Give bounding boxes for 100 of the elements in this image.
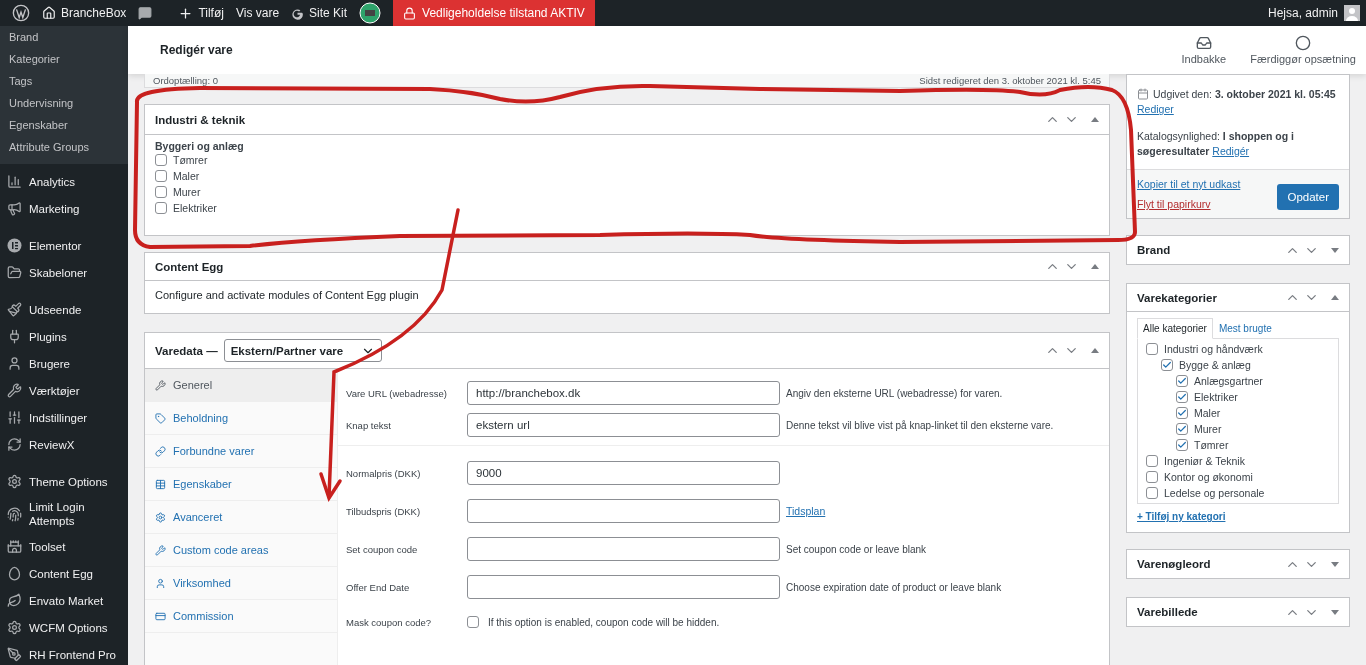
schedule-link[interactable]: Tidsplan [786,505,826,517]
product-data-tab[interactable]: Custom code areas [145,534,337,567]
submenu-item[interactable]: Kategorier [0,48,128,70]
input-field[interactable] [467,575,780,599]
category-tab[interactable]: Alle kategorier [1137,318,1213,339]
panel-title: Varebillede [1137,606,1199,618]
checkbox[interactable] [1176,375,1188,387]
header-action[interactable]: Indbakke [1181,35,1227,65]
collapse-toggle-icon[interactable] [1091,264,1099,269]
update-button[interactable]: Opdater [1277,184,1339,210]
menu-item[interactable]: Limit Login Attempts [0,495,128,533]
menu-item[interactable]: Envato Market [0,587,128,614]
catalog-visibility: Katalogsynlighed: I shoppen og i søgeresultater Redigér [1137,129,1295,159]
menu-item-icon [7,410,22,425]
site-name-link[interactable]: BrancheBox [36,0,133,26]
menu-item[interactable]: WCFM Options [0,614,128,641]
checkbox[interactable] [1146,471,1158,483]
word-count: Ordoptælling: 0 [153,75,218,86]
expand-toggle-icon[interactable] [1331,609,1339,615]
checkbox[interactable] [155,154,167,166]
product-data-tab[interactable]: Forbundne varer [145,435,337,468]
menu-item[interactable]: Indstillinger [0,404,128,431]
category-tab[interactable]: Mest brugte [1212,318,1278,339]
menu-item[interactable]: Skabeloner [0,259,128,286]
category-label: Anlægsgartner [1194,375,1263,387]
edit-date-link[interactable]: Rediger [1137,103,1174,115]
checkbox[interactable] [155,170,167,182]
menu-item[interactable]: Analytics [0,168,128,195]
account-greeting[interactable]: Hejsa, admin [1261,0,1344,26]
add-category-link[interactable]: + Tilføj ny kategori [1137,511,1226,522]
input-field[interactable] [467,499,780,523]
tab-icon [155,445,166,457]
collapse-toggle-icon[interactable] [1331,295,1339,300]
menu-item[interactable]: RH Frontend Pro [0,641,128,665]
checkbox[interactable] [155,186,167,198]
checkbox[interactable] [1161,359,1173,371]
product-data-tab[interactable]: Egenskaber [145,468,337,501]
checkbox[interactable] [1146,487,1158,499]
field-help: If this option is enabled, coupon code will be hidden. [488,616,720,628]
field-help: Set coupon code or leave blank [786,543,927,555]
product-type-select[interactable]: Ekstern/Partner vare [223,339,383,362]
submenu-item[interactable]: Undervisning [0,92,128,114]
menu-item-icon [7,539,22,554]
checkbox[interactable] [1176,391,1188,403]
view-item-link[interactable]: Vis vare [229,0,286,26]
input-field[interactable] [467,537,780,561]
submenu-item[interactable]: Tags [0,70,128,92]
expand-toggle-icon[interactable] [1331,247,1339,253]
field-label: Vare URL (webadresse) [346,387,448,399]
expand-toggle-icon[interactable] [1331,561,1339,567]
category-label: Elektriker [1194,391,1238,403]
maintenance-mode-notice[interactable]: Vedligeholdelse tilstand AKTIV [393,0,595,26]
menu-item-icon [7,620,22,635]
panel-title: Varekategorier [1137,291,1218,304]
menu-item-icon [7,356,22,371]
checkbox[interactable] [467,616,479,628]
product-data-tab[interactable]: Beholdning [145,402,337,435]
header-action[interactable]: Færdiggør opsætning [1250,35,1356,65]
menu-item-icon [7,437,22,452]
menu-item-icon [7,238,22,253]
input-field[interactable]: ekstern url [467,413,780,437]
menu-item-icon [7,201,22,216]
group-label: Byggeri og anlæg [155,140,245,152]
copy-draft-link[interactable]: Kopier til et nyt udkast [1137,178,1241,190]
category-label: Ledelse og personale [1164,487,1265,499]
collapse-toggle-icon[interactable] [1091,117,1099,122]
menu-item[interactable]: Elementor [0,232,128,259]
submenu-item[interactable]: Egenskaber [0,114,128,136]
menu-item[interactable]: Marketing [0,195,128,222]
menu-item[interactable]: Udseende [0,296,128,323]
checkbox[interactable] [1176,423,1188,435]
menu-item-icon [7,474,22,489]
checkbox[interactable] [1146,455,1158,467]
submenu-item[interactable]: Attribute Groups [0,136,128,158]
checkbox[interactable] [155,202,167,214]
menu-item[interactable]: Theme Options [0,468,128,495]
menu-item[interactable]: Plugins [0,323,128,350]
edit-visibility-link[interactable]: Redigér [1212,145,1250,157]
collapse-toggle-icon[interactable] [1091,348,1099,353]
menu-item[interactable]: Toolset [0,533,128,560]
checkbox[interactable] [1176,439,1188,451]
trash-link[interactable]: Flyt til papirkurv [1137,198,1241,210]
checkbox[interactable] [1176,407,1188,419]
new-item-link[interactable]: Tilføj [172,0,230,26]
checkbox[interactable] [1146,343,1158,355]
product-data-tab[interactable]: Virksomhed [145,567,337,600]
product-data-tab[interactable]: Generel [145,369,337,402]
field-label: Tilbudspris (DKK) [346,505,422,517]
menu-item[interactable]: Værktøjer [0,377,128,404]
product-data-tab[interactable]: Avanceret [145,501,337,534]
panel-title: Varenøgleord [1137,558,1212,570]
input-field[interactable]: http://branchebox.dk [467,381,780,405]
menu-item[interactable]: Brugere [0,350,128,377]
menu-item[interactable]: ReviewX [0,431,128,458]
menu-item[interactable]: Content Egg [0,560,128,587]
site-kit-link[interactable]: Site Kit [285,0,354,26]
category-label: Industri og håndværk [1164,343,1263,355]
submenu-item[interactable]: Brand [0,26,128,48]
input-field[interactable]: 9000 [467,461,780,485]
product-data-tab[interactable]: Commission [145,600,337,633]
